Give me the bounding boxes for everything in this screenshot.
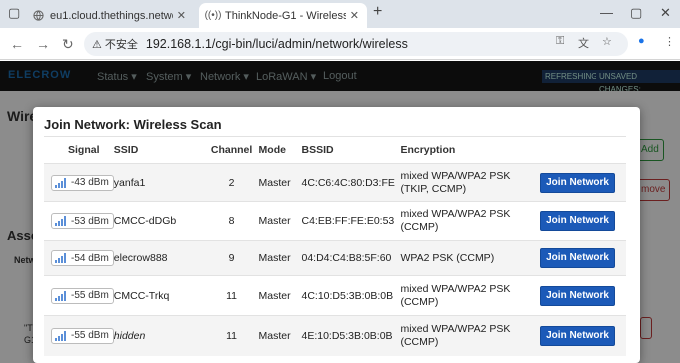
back-arrow-icon[interactable]: ← [10, 36, 24, 52]
ssid-cell: CMCC-Trkq [113, 275, 205, 316]
table-row: -43 dBm yanfa1 2 Master 4C:C6:4C:80:D3:F… [44, 163, 626, 202]
table-row: -53 dBm CMCC-dDGb 8 Master C4:EB:FF:FE:E… [44, 201, 626, 241]
browser-tab-bar: ▢ eu1.cloud.thethings.network ✕ ((•)) Th… [0, 0, 680, 28]
minimize-window-icon[interactable]: — [600, 5, 613, 20]
reload-icon[interactable]: ↻ [62, 36, 74, 53]
mode-cell: Master [258, 275, 302, 316]
encryption-line2: (CCMP) [400, 221, 439, 233]
address-bar[interactable]: ⚠ 不安全 192.168.1.1/cgi-bin/luci/admin/net… [84, 32, 628, 56]
join-network-button[interactable]: Join Network [540, 172, 616, 193]
encryption-cell: WPA2 PSK (CCMP) [400, 240, 541, 276]
bssid-cell: C4:EB:FF:FE:E0:53 [301, 201, 401, 241]
join-network-button[interactable]: Join Network [540, 325, 616, 346]
join-network-button[interactable]: Join Network [540, 248, 616, 268]
table-row: -54 dBm elecrow888 9 Master 04:D4:C4:B8:… [44, 240, 626, 276]
column-ssid: SSID [113, 136, 205, 164]
join-network-button[interactable]: Join Network [540, 285, 616, 306]
table-header-row: Signal SSID Channel Mode BSSID Encryptio… [44, 136, 626, 164]
bookmark-star-icon[interactable]: ☆ [602, 35, 612, 48]
signal-strength-icon [55, 330, 66, 341]
signal-badge: -53 dBm [51, 213, 114, 229]
close-tab-icon[interactable]: ✕ [177, 9, 186, 22]
bssid-cell: 4E:10:D5:3B:0B:0B [301, 315, 401, 356]
browser-toolbar: ← → ↻ ⚠ 不安全 192.168.1.1/cgi-bin/luci/adm… [0, 28, 680, 60]
profile-avatar-icon[interactable]: ● [638, 35, 645, 47]
encryption-cell: mixed WPA/WPA2 PSK (CCMP) [400, 275, 541, 316]
bssid-cell: 4C:C6:4C:80:D3:FE [301, 163, 401, 202]
tab-title: ThinkNode-G1 - Wireless - Lu [225, 9, 346, 22]
signal-strength-icon [55, 253, 66, 263]
security-status[interactable]: 不安全 [105, 36, 138, 52]
mode-cell: Master [258, 201, 302, 241]
signal-value: -54 dBm [71, 252, 109, 264]
encryption-line1: mixed WPA/WPA2 PSK [400, 208, 511, 220]
column-encryption: Encryption [400, 136, 541, 164]
encryption-cell: mixed WPA/WPA2 PSK (CCMP) [400, 315, 541, 356]
encryption-line1: mixed WPA/WPA2 PSK [400, 282, 511, 295]
url-text[interactable]: 192.168.1.1/cgi-bin/luci/admin/network/w… [146, 37, 408, 51]
column-actions [540, 136, 626, 164]
wifi-icon: ((•)) [204, 10, 222, 21]
column-signal: Signal [44, 136, 114, 164]
bssid-cell: 4C:10:D5:3B:0B:0B [301, 275, 401, 316]
encryption-line2: (CCMP) [400, 295, 439, 308]
signal-value: -55 dBm [71, 330, 109, 342]
mode-cell: Master [258, 240, 302, 276]
encryption-cell: mixed WPA/WPA2 PSK (CCMP) [400, 201, 541, 241]
tab-title: eu1.cloud.thethings.network [50, 9, 173, 22]
signal-value: -53 dBm [71, 215, 109, 227]
encryption-line1: WPA2 PSK (CCMP) [400, 251, 495, 264]
tab-thinknode-wireless[interactable]: ((•)) ThinkNode-G1 - Wireless - Lu ✕ [199, 3, 367, 28]
tab-thethings-network[interactable]: eu1.cloud.thethings.network ✕ [24, 3, 194, 28]
bssid-cell: 04:D4:C4:B8:5F:60 [301, 240, 401, 276]
warning-icon[interactable]: ⚠ [92, 38, 102, 51]
ssid-cell: yanfa1 [113, 163, 205, 202]
ssid-cell: hidden [113, 315, 205, 356]
column-channel: Channel [204, 136, 259, 164]
signal-badge: -55 dBm [51, 287, 114, 304]
channel-cell: 11 [204, 275, 259, 316]
signal-value: -55 dBm [71, 290, 109, 301]
channel-cell: 2 [204, 163, 259, 202]
translate-icon[interactable]: 文 [578, 35, 589, 51]
mode-cell: Master [258, 315, 302, 356]
close-tab-icon[interactable]: ✕ [350, 9, 359, 22]
signal-value: -43 dBm [71, 177, 109, 188]
forward-arrow-icon[interactable]: → [36, 36, 50, 52]
table-row: -55 dBm hidden 11 Master 4E:10:D5:3B:0B:… [44, 315, 626, 356]
column-bssid: BSSID [301, 136, 401, 164]
encryption-line1: mixed WPA/WPA2 PSK [400, 169, 511, 182]
ssid-cell: elecrow888 [113, 240, 205, 276]
close-window-icon[interactable]: ✕ [660, 5, 671, 21]
signal-badge: -55 dBm [51, 327, 114, 344]
wireless-scan-modal: Join Network: Wireless Scan Signal SSID … [33, 107, 640, 363]
signal-strength-icon [55, 216, 66, 226]
encryption-line1: mixed WPA/WPA2 PSK [400, 322, 511, 335]
encryption-line2: (CCMP) [400, 335, 439, 348]
signal-strength-icon [55, 290, 66, 301]
browser-menu-icon[interactable]: ⋮ [664, 35, 675, 48]
ssid-cell: CMCC-dDGb [113, 201, 205, 241]
column-mode: Mode [258, 136, 302, 164]
tab-overview-icon[interactable]: ▢ [8, 5, 20, 21]
join-network-button[interactable]: Join Network [540, 211, 616, 231]
modal-title: Join Network: Wireless Scan [44, 117, 222, 132]
scan-results-table: Signal SSID Channel Mode BSSID Encryptio… [44, 136, 626, 356]
maximize-window-icon[interactable]: ▢ [630, 5, 642, 21]
channel-cell: 11 [204, 315, 259, 356]
signal-badge: -54 dBm [51, 250, 114, 266]
channel-cell: 8 [204, 201, 259, 241]
channel-cell: 9 [204, 240, 259, 276]
encryption-cell: mixed WPA/WPA2 PSK (TKIP, CCMP) [400, 163, 541, 202]
encryption-line2: (TKIP, CCMP) [400, 182, 467, 195]
new-tab-button[interactable]: + [373, 3, 382, 21]
mode-cell: Master [258, 163, 302, 202]
table-row: -55 dBm CMCC-Trkq 11 Master 4C:10:D5:3B:… [44, 275, 626, 316]
globe-icon [32, 10, 44, 22]
password-key-icon[interactable]: ⚿ [556, 35, 564, 48]
signal-badge: -43 dBm [51, 174, 114, 191]
signal-strength-icon [55, 177, 66, 188]
